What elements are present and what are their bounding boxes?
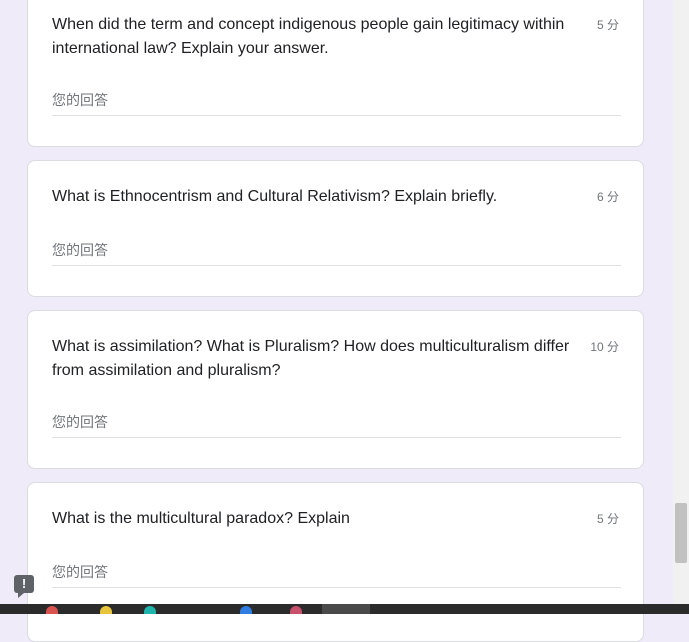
taskbar <box>0 604 689 614</box>
taskbar-app-icon[interactable] <box>100 606 112 614</box>
report-problem-icon[interactable]: ! <box>14 575 34 598</box>
question-text: What is the multicultural paradox? Expla… <box>52 510 350 527</box>
points-label: 5 分 <box>596 18 619 32</box>
taskbar-app-icon[interactable] <box>46 606 58 614</box>
taskbar-app-icon[interactable] <box>240 606 252 614</box>
taskbar-app-icon[interactable] <box>144 606 156 614</box>
answer-input[interactable]: 您的回答 <box>52 236 621 266</box>
question-text: What is Ethnocentrism and Cultural Relat… <box>52 188 498 205</box>
points-label: 10 分 <box>590 340 619 354</box>
scrollbar-thumb[interactable] <box>675 503 687 563</box>
points-label: 5 分 <box>596 512 619 526</box>
answer-input[interactable]: 您的回答 <box>52 86 621 116</box>
scrollbar[interactable] <box>673 0 689 604</box>
question-text: What is assimilation? What is Pluralism?… <box>52 338 570 379</box>
question-card: What is the multicultural paradox? Expla… <box>27 482 644 642</box>
answer-input[interactable]: 您的回答 <box>52 558 621 588</box>
question-card: When did the term and concept indigenous… <box>27 0 644 147</box>
points-label: 6 分 <box>596 190 619 204</box>
answer-input[interactable]: 您的回答 <box>52 408 621 438</box>
question-text: When did the term and concept indigenous… <box>52 16 565 57</box>
question-card: What is Ethnocentrism and Cultural Relat… <box>27 160 644 297</box>
taskbar-active-item[interactable] <box>322 604 370 614</box>
taskbar-app-icon[interactable] <box>290 606 302 614</box>
question-card: What is assimilation? What is Pluralism?… <box>27 310 644 469</box>
